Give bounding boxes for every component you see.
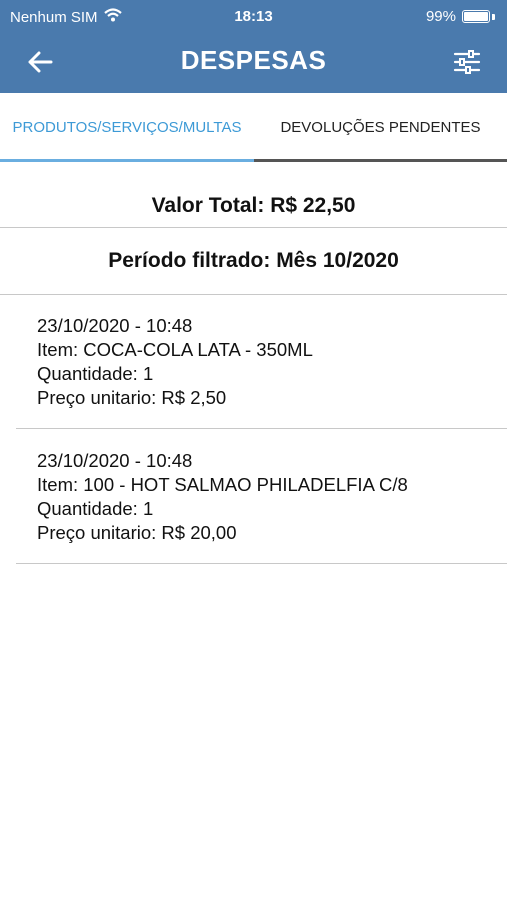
entry-item: Item: COCA-COLA LATA - 350ML <box>37 339 313 360</box>
entry-price: Preço unitario: R$ 20,00 <box>37 522 237 543</box>
list-item[interactable]: 23/10/2020 - 10:48 Item: COCA-COLA LATA … <box>37 314 313 410</box>
entry-datetime: 23/10/2020 - 10:48 <box>37 315 193 336</box>
entry-quantity: Quantidade: 1 <box>37 498 154 519</box>
entry-datetime: 23/10/2020 - 10:48 <box>37 450 193 471</box>
divider <box>0 227 507 228</box>
page-title: DESPESAS <box>180 45 327 75</box>
app-header: Nenhum SIM 18:13 99% DESPESAS <box>0 0 507 93</box>
filtered-period: Período filtrado: Mês 10/2020 <box>108 249 399 272</box>
divider <box>0 294 507 295</box>
battery-icon <box>462 10 490 23</box>
sliders-icon <box>453 50 481 74</box>
status-bar: Nenhum SIM 18:13 99% <box>0 0 507 32</box>
entry-quantity: Quantidade: 1 <box>37 363 154 384</box>
battery-tip <box>492 13 495 20</box>
entry-item: Item: 100 - HOT SALMAO PHILADELFIA C/8 <box>37 474 408 495</box>
total-value: Valor Total: R$ 22,50 <box>151 194 356 217</box>
divider <box>16 428 507 429</box>
list-item[interactable]: 23/10/2020 - 10:48 Item: 100 - HOT SALMA… <box>37 449 408 545</box>
tab-bar: PRODUTOS/SERVIÇOS/MULTAS DEVOLUÇÕES PEND… <box>0 93 507 162</box>
nav-bar: DESPESAS <box>0 32 507 93</box>
filter-button[interactable] <box>449 46 485 78</box>
divider <box>16 563 507 564</box>
entry-price: Preço unitario: R$ 2,50 <box>37 387 227 408</box>
tab-produtos-servicos-multas[interactable]: PRODUTOS/SERVIÇOS/MULTAS <box>0 93 254 162</box>
tab-devolucoes-pendentes[interactable]: DEVOLUÇÕES PENDENTES <box>254 93 507 162</box>
battery-percent: 99% <box>425 8 456 25</box>
